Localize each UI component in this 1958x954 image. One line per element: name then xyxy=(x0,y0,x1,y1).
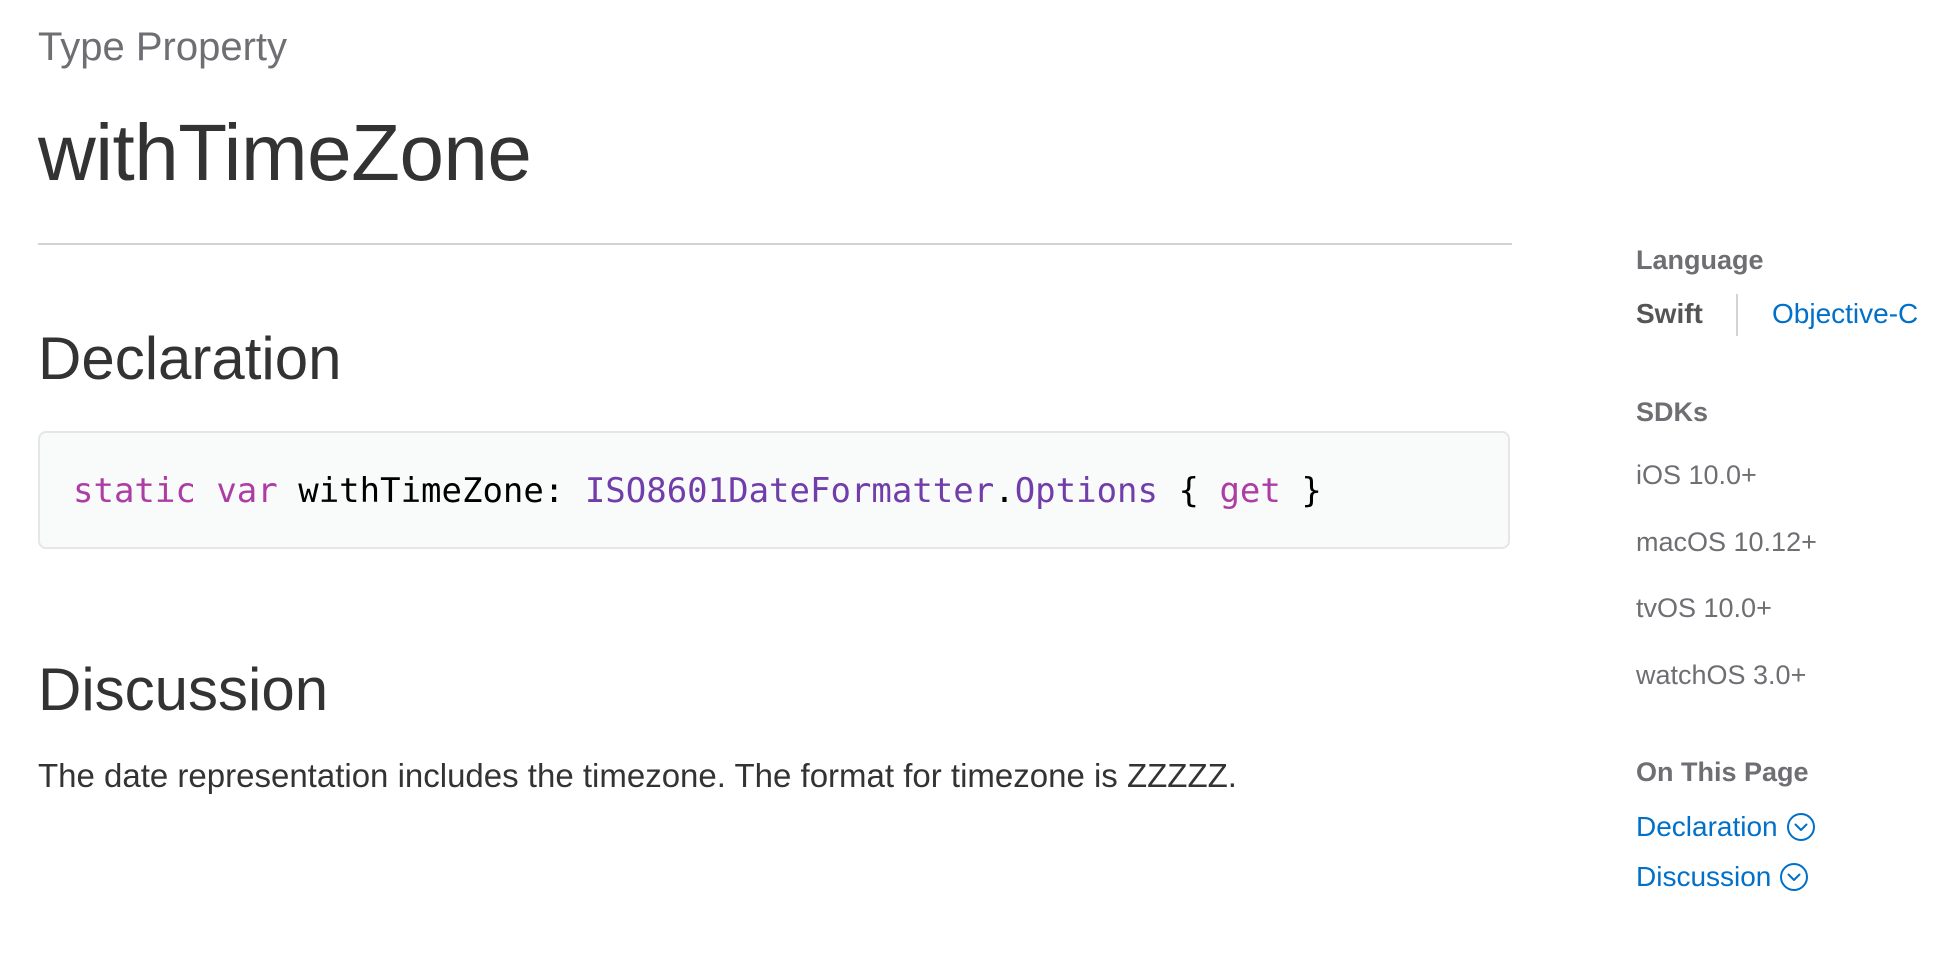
code-brace-open: { xyxy=(1178,471,1199,511)
code-keyword-var: var xyxy=(216,471,278,511)
symbol-kind-eyebrow: Type Property xyxy=(38,25,288,69)
language-objc-link[interactable]: Objective-C xyxy=(1772,297,1918,331)
language-label: Language xyxy=(1636,245,1764,275)
code-dot: . xyxy=(994,471,1015,511)
chevron-down-circle-icon xyxy=(1786,813,1815,841)
title-divider xyxy=(38,243,1512,245)
sdk-item-macos: macOS 10.12+ xyxy=(1636,527,1817,557)
discussion-heading: Discussion xyxy=(38,656,329,723)
sdks-label: SDKs xyxy=(1636,397,1709,427)
on-this-page-link-discussion[interactable]: Discussion xyxy=(1636,860,1809,894)
on-this-page-link-label: Discussion xyxy=(1636,861,1772,892)
language-divider xyxy=(1736,294,1738,336)
on-this-page-link-label: Declaration xyxy=(1636,811,1778,842)
on-this-page-label: On This Page xyxy=(1636,757,1809,787)
declaration-heading: Declaration xyxy=(38,325,342,392)
code-keyword-get: get xyxy=(1219,471,1281,511)
code-brace-close: } xyxy=(1301,471,1322,511)
sdk-item-watchos: watchOS 3.0+ xyxy=(1636,660,1807,690)
code-identifier: withTimeZone: xyxy=(298,471,565,511)
on-this-page-link-declaration[interactable]: Declaration xyxy=(1636,810,1816,844)
declaration-code-block: static var withTimeZone: ISO8601DateForm… xyxy=(38,431,1510,549)
documentation-page: Type Property withTimeZone Declaration s… xyxy=(0,0,1958,954)
chevron-down-circle-icon xyxy=(1780,863,1809,891)
code-type-link-formatter[interactable]: ISO8601DateFormatter xyxy=(585,471,994,511)
language-swift-current: Swift xyxy=(1636,298,1703,329)
code-keyword-static: static xyxy=(73,471,196,511)
page-title: withTimeZone xyxy=(38,108,532,197)
discussion-paragraph: The date representation includes the tim… xyxy=(38,757,1237,794)
sdk-item-tvos: tvOS 10.0+ xyxy=(1636,593,1772,623)
declaration-code-line: static var withTimeZone: ISO8601DateForm… xyxy=(73,469,1322,513)
code-type-link-options[interactable]: Options xyxy=(1015,471,1158,511)
sdk-item-ios: iOS 10.0+ xyxy=(1636,460,1757,490)
